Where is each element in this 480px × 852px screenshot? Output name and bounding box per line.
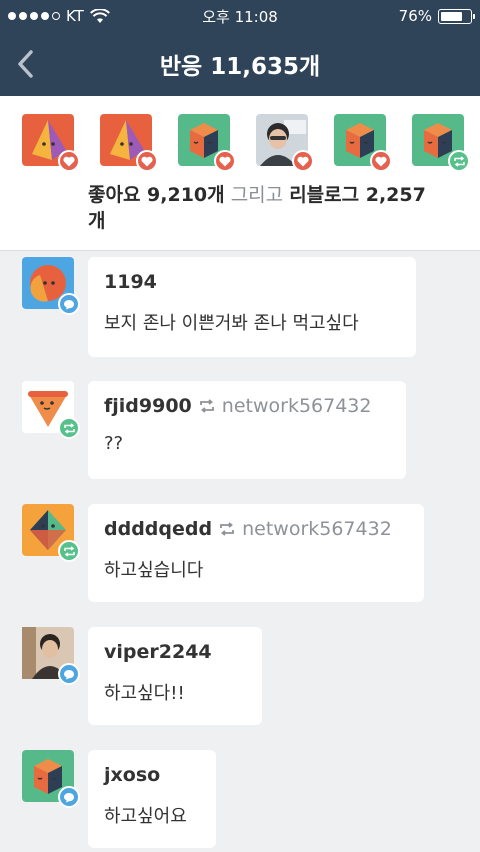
reblog-icon <box>220 522 234 536</box>
status-bar: KT 오후 11:08 76% <box>0 0 480 32</box>
comment-bubble: 1194 보지 존나 이쁜거봐 존나 먹고싶다 <box>88 257 416 357</box>
avatar[interactable] <box>178 114 236 172</box>
comment-text: 보지 존나 이쁜거봐 존나 먹고싶다 <box>104 313 359 334</box>
avatar[interactable] <box>412 114 470 172</box>
carrier-label: KT <box>66 7 84 25</box>
heart-icon <box>58 150 80 172</box>
and-label: 그리고 <box>230 184 284 206</box>
reblog-source[interactable]: network567432 <box>198 395 372 417</box>
reblog-icon <box>448 150 470 172</box>
signal-icon <box>8 12 60 20</box>
reply-icon <box>58 293 80 315</box>
battery-fill <box>441 11 463 21</box>
reaction-counts: 좋아요 9,210개 그리고 리블로그 2,257 개 <box>88 182 460 234</box>
reblog-icon <box>58 540 80 562</box>
comment-username-row: jxoso <box>104 764 200 786</box>
avatar[interactable] <box>22 627 80 685</box>
comment-username[interactable]: fjid9900 <box>104 395 192 417</box>
comment-username-row: viper2244 <box>104 641 246 663</box>
comment-text: ?? <box>104 433 124 454</box>
wifi-icon <box>89 8 110 23</box>
status-left: KT <box>8 7 110 25</box>
reblog-source-name: network567432 <box>242 518 392 540</box>
reblog-icon <box>58 417 80 439</box>
reply-icon <box>58 786 80 808</box>
heart-icon <box>292 150 314 172</box>
reblogs-count[interactable]: 리블로그 2,257 <box>289 184 426 206</box>
battery-percent: 76% <box>398 7 432 25</box>
avatar[interactable] <box>22 504 80 562</box>
page-title: 반응 11,635개 <box>159 54 321 80</box>
comment-username-row: fjid9900 network567432 <box>104 395 390 417</box>
reply-icon <box>58 663 80 685</box>
comment-text: 하고싶다!! <box>104 683 185 704</box>
reactions-summary: 좋아요 9,210개 그리고 리블로그 2,257 개 <box>0 96 480 251</box>
comment-bubble: jxoso 하고싶어요 <box>88 750 216 848</box>
heart-icon <box>136 150 158 172</box>
avatar[interactable] <box>22 257 80 315</box>
comment-username[interactable]: viper2244 <box>104 641 212 663</box>
avatar[interactable] <box>100 114 158 172</box>
back-button[interactable] <box>10 44 40 84</box>
avatar[interactable] <box>22 750 80 808</box>
avatar[interactable] <box>22 381 80 439</box>
comment-username[interactable]: 1194 <box>104 271 157 293</box>
heart-icon <box>370 150 392 172</box>
comment-bubble: viper2244 하고싶다!! <box>88 627 262 725</box>
reblogs-suffix: 개 <box>88 210 106 232</box>
avatar[interactable] <box>334 114 392 172</box>
heart-icon <box>214 150 236 172</box>
comment-username[interactable]: jxoso <box>104 764 160 786</box>
comment-username-row: 1194 <box>104 271 400 293</box>
reblog-source[interactable]: network567432 <box>218 518 392 540</box>
comment-username-row: ddddqedd network567432 <box>104 518 408 540</box>
likes-count[interactable]: 좋아요 9,210개 <box>88 184 225 206</box>
comment-username[interactable]: ddddqedd <box>104 518 212 540</box>
reaction-avatar-row <box>22 114 470 172</box>
comment-bubble: ddddqedd network567432 하고싶습니다 <box>88 504 424 602</box>
avatar[interactable] <box>22 114 80 172</box>
nav-bar: 반응 11,635개 <box>0 32 480 96</box>
battery-icon <box>438 8 475 24</box>
status-right: 76% <box>398 7 475 25</box>
clock: 오후 11:08 <box>202 7 278 26</box>
reblog-icon <box>199 399 214 413</box>
chevron-left-icon <box>18 50 33 78</box>
comment-bubble: fjid9900 network567432 ?? <box>88 381 406 479</box>
avatar[interactable] <box>256 114 314 172</box>
comment-text: 하고싶어요 <box>104 806 187 827</box>
comment-text: 하고싶습니다 <box>104 560 204 581</box>
reblog-source-name: network567432 <box>221 395 372 417</box>
